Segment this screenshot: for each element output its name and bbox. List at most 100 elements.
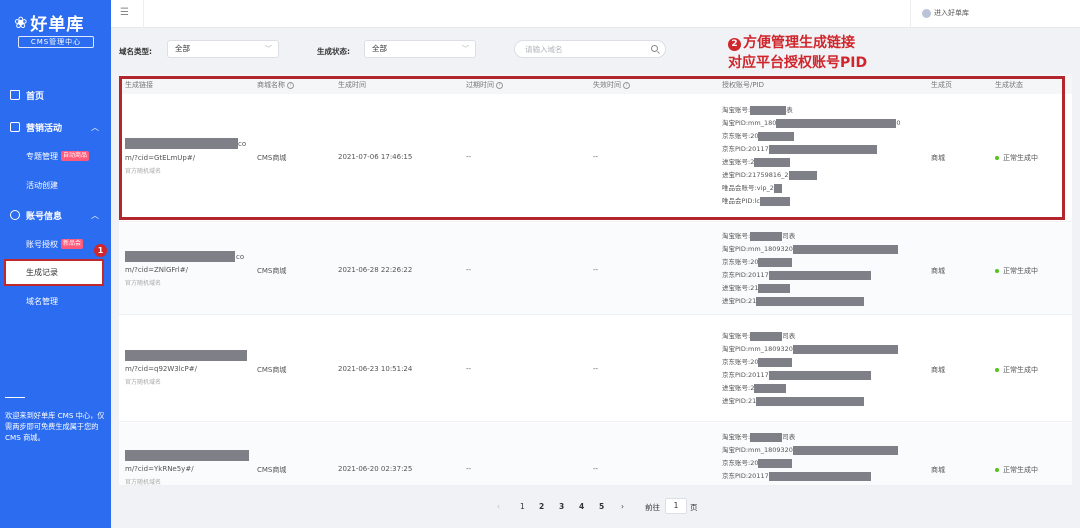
link-path[interactable]: m/?cid=ZNlGFrl#/ [125, 266, 188, 274]
status-badge: 正常生成中 [995, 153, 1038, 163]
link-path[interactable]: m/?cid=GtELmUp#/ [125, 154, 195, 162]
account-prefix: vip_2 [756, 184, 774, 192]
sidebar-item-generate-records[interactable]: 生成记录 [4, 259, 104, 286]
domain-type-select[interactable]: 全部 ﹀ [167, 40, 279, 58]
link-source: 官方随机域名 [125, 479, 162, 486]
sidebar-item-marketing[interactable]: 营销活动 ︿ [0, 116, 111, 138]
account-line: 淘宝PID: mm_1809320 [722, 245, 898, 254]
account-line: 进宝账号: 21 [722, 284, 791, 293]
redacted-link [125, 450, 249, 461]
help-icon[interactable]: ? [287, 81, 294, 89]
account-line: 京东PID: 20117 [722, 371, 871, 380]
prev-page-button[interactable]: ‹ [497, 502, 500, 511]
sidebar-item-account-info[interactable]: 账号信息 ︿ [0, 204, 111, 226]
sidebar-item-activity-create[interactable]: 活动创建 [0, 174, 111, 196]
table-header: 生成链接 商城名称? 生成时间 过期时间? 失效时间? 授权账号/PID 生成页… [119, 74, 1072, 94]
records-table: 生成链接 商城名称? 生成时间 过期时间? 失效时间? 授权账号/PID 生成页… [119, 74, 1072, 486]
account-label: 唯品会PID: [722, 197, 755, 205]
account-prefix: mm_1809320 [748, 446, 793, 454]
account-line: 京东账号: 20 [722, 358, 793, 367]
sidebar-item-label: 生成记录 [26, 268, 58, 277]
account-line: 唯品会PID: lc [722, 197, 790, 206]
shop-name: CMS商城 [257, 267, 287, 275]
account-line: 进宝PID: 21 [722, 397, 865, 406]
redacted-link [125, 251, 235, 262]
status-dot-icon [995, 468, 999, 472]
redacted-value [758, 132, 795, 141]
status-badge: 新品会 [61, 239, 84, 249]
page-5-button[interactable]: 5 [599, 502, 604, 511]
account-label: 淘宝PID: [722, 119, 749, 127]
th-status: 生成状态 [995, 81, 1023, 89]
account-suffix: 0 [896, 119, 901, 127]
help-icon[interactable]: ? [496, 81, 503, 89]
goto-page-input[interactable]: 1 [665, 498, 687, 514]
domain-type-label: 域名类型: [119, 47, 152, 56]
account-label: 进宝账号: [722, 158, 751, 166]
shop-name: CMS商城 [257, 154, 287, 162]
logo[interactable]: ❀ 好单库 CMS管理中心 [14, 10, 96, 50]
expire-time: -- [466, 465, 472, 473]
enter-haodanku-button[interactable]: 进入好单库 [922, 8, 969, 18]
account-line: 进宝PID: 21 [722, 297, 865, 306]
page-4-button[interactable]: 4 [579, 502, 584, 511]
account-line: 淘宝账号: 司表 [722, 433, 795, 442]
account-prefix: 21 [748, 297, 757, 305]
page-1-button[interactable]: 1 [520, 502, 525, 511]
topbar: ☰ 进入好单库 [111, 0, 1080, 28]
link-path[interactable]: m/?cid=YkRNe5y#/ [125, 465, 194, 473]
sidebar-item-label: 账号信息 [26, 211, 63, 222]
user-icon [922, 8, 931, 18]
page-unit-label: 页 [690, 503, 698, 512]
account-line: 京东账号: 20 [722, 258, 793, 267]
redacted-value [768, 145, 877, 154]
gen-status-select[interactable]: 全部 ﹀ [364, 40, 476, 58]
account-label: 唯品会账号: [722, 184, 757, 192]
next-page-button[interactable]: › [621, 502, 624, 511]
home-icon [10, 90, 20, 100]
link-suffix: co [236, 253, 245, 261]
gen-time: 2021-06-28 22:26:22 [338, 266, 413, 274]
sidebar-item-topic-manage[interactable]: 专题管理 自动商品 [0, 145, 111, 167]
logo-mark-icon: ❀ [14, 13, 29, 32]
account-line: 进宝账号: 2 [722, 158, 791, 167]
link-suffix: co [238, 140, 247, 148]
account-label: 进宝账号: [722, 284, 751, 292]
sidebar-item-domain-manage[interactable]: 域名管理 [0, 290, 111, 312]
redacted-value [768, 271, 871, 280]
hamburger-icon[interactable]: ☰ [120, 7, 129, 18]
account-suffix: 司表 [782, 232, 796, 240]
account-label: 京东账号: [722, 132, 751, 140]
sidebar-item-label: 域名管理 [26, 296, 58, 306]
link-source: 官方随机域名 [125, 168, 162, 175]
account-label: 进宝PID: [722, 171, 749, 179]
gen-status-label: 生成状态: [317, 47, 350, 56]
status-dot-icon [995, 156, 999, 160]
sidebar-item-label: 首页 [26, 91, 45, 102]
gen-page: 商城 [931, 366, 945, 374]
account-line: 京东PID: 20117 [722, 472, 871, 481]
search-icon[interactable] [651, 45, 658, 52]
gen-time: 2021-06-23 10:51:24 [338, 365, 413, 373]
redacted-value [756, 297, 865, 306]
search-input[interactable] [514, 40, 666, 58]
expire-time: -- [466, 266, 472, 274]
sidebar-item-label: 账号授权 [26, 239, 58, 249]
page-2-button[interactable]: 2 [539, 502, 544, 511]
link-path[interactable]: m/?cid=q92W3lcP#/ [125, 365, 197, 373]
th-label: 失效时间 [593, 81, 621, 89]
divider [143, 0, 144, 28]
sidebar-item-home[interactable]: 首页 [0, 84, 111, 106]
redacted-value [750, 433, 783, 442]
account-label: 淘宝账号: [722, 332, 751, 340]
goto-label: 前往 [645, 503, 660, 512]
th-gen-time: 生成时间 [338, 81, 366, 89]
status-badge: 正常生成中 [995, 266, 1038, 276]
select-value: 全部 [175, 44, 190, 53]
gen-page: 商城 [931, 466, 945, 474]
page-3-button[interactable]: 3 [559, 502, 564, 511]
status-badge: 正常生成中 [995, 365, 1038, 375]
account-line: 淘宝账号: 司表 [722, 232, 795, 241]
help-icon[interactable]: ? [623, 81, 630, 89]
table-row: m/?cid=q92W3lcP#/ 官方随机域名 CMS商城 2021-06-2… [119, 316, 1072, 422]
